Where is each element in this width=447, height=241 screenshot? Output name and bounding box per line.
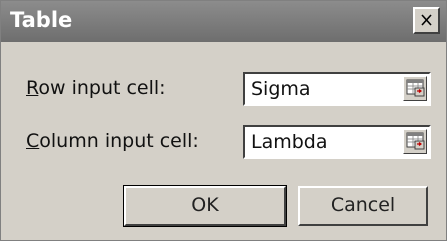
close-icon bbox=[421, 14, 432, 26]
row-input-field[interactable]: Sigma bbox=[243, 72, 431, 106]
column-input-value[interactable]: Lambda bbox=[251, 131, 328, 153]
row-input-value[interactable]: Sigma bbox=[251, 78, 311, 100]
column-input-label: Column input cell: bbox=[26, 130, 199, 152]
close-button[interactable] bbox=[413, 7, 440, 34]
column-input-label-accelerator: C bbox=[26, 130, 40, 152]
collapse-dialog-icon bbox=[406, 132, 425, 150]
cancel-button[interactable]: Cancel bbox=[298, 186, 428, 226]
dialog-title: Table bbox=[10, 8, 73, 32]
collapse-dialog-icon bbox=[406, 79, 425, 97]
table-dialog: Table Row input cell: Sigma Column input… bbox=[0, 0, 447, 241]
row-input-label-accelerator: R bbox=[26, 77, 39, 99]
row-input-label-text: ow input cell: bbox=[38, 77, 166, 99]
ok-button[interactable]: OK bbox=[123, 185, 287, 227]
column-input-ref-button[interactable] bbox=[403, 129, 427, 154]
row-input-ref-button[interactable] bbox=[403, 76, 427, 101]
row-input-label: Row input cell: bbox=[26, 77, 166, 99]
column-input-field[interactable]: Lambda bbox=[243, 125, 431, 159]
title-bar[interactable]: Table bbox=[1, 1, 446, 42]
column-input-label-text: olumn input cell: bbox=[39, 130, 199, 152]
